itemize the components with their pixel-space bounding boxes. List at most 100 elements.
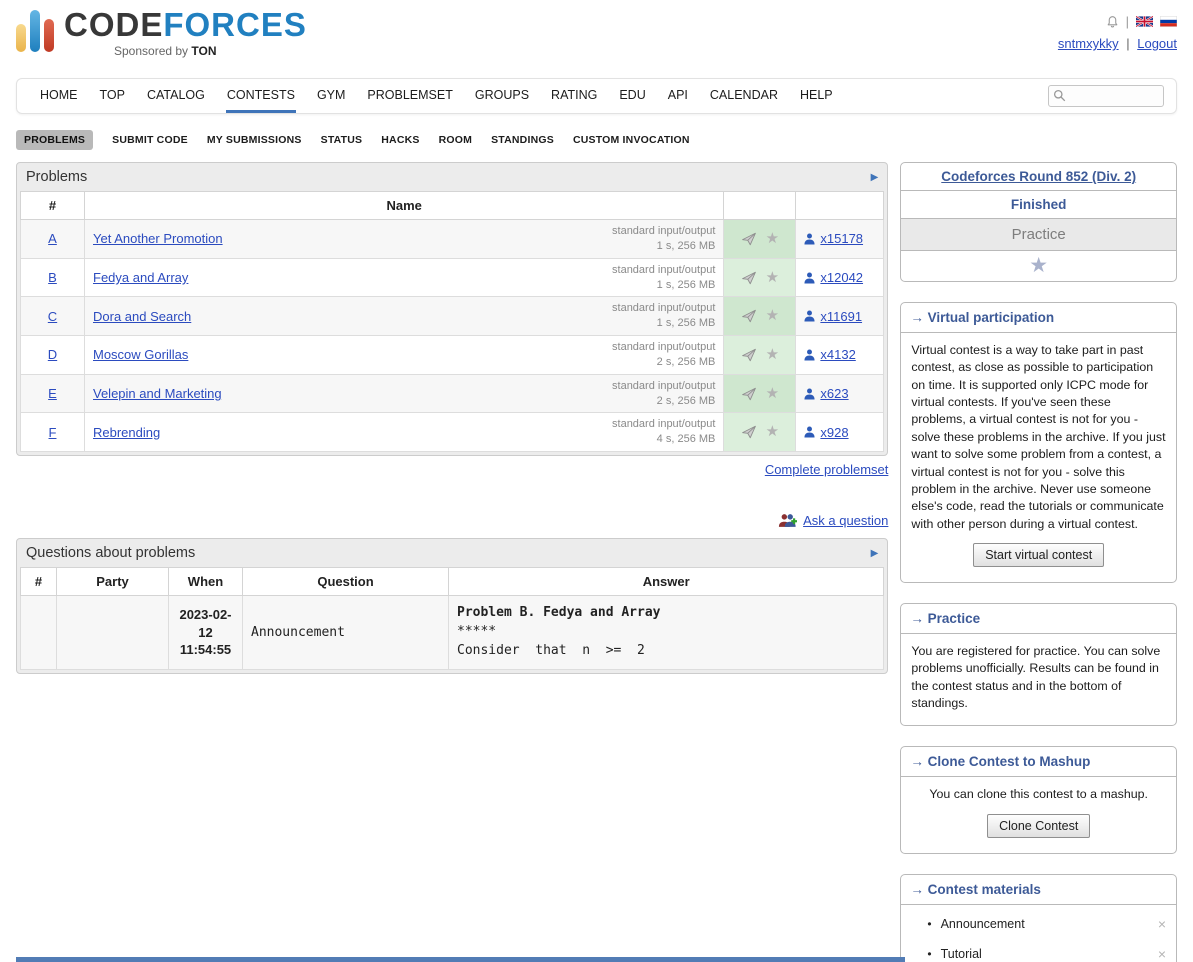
problem-name-link[interactable]: Rebrending: [93, 425, 160, 440]
nav-item-help[interactable]: HELP: [799, 79, 834, 113]
problem-letter-link[interactable]: A: [48, 231, 57, 246]
subnav-my-submissions[interactable]: MY SUBMISSIONS: [207, 134, 302, 146]
clone-contest-button[interactable]: Clone Contest: [987, 814, 1090, 838]
problem-name-link[interactable]: Moscow Gorillas: [93, 347, 188, 362]
nav-item-calendar[interactable]: CALENDAR: [709, 79, 779, 113]
contest-title-link[interactable]: Codeforces Round 852 (Div. 2): [941, 169, 1136, 184]
material-tutorial-link[interactable]: Tutorial: [941, 947, 982, 961]
nav-item-top[interactable]: TOP: [99, 79, 126, 113]
problem-name-link[interactable]: Dora and Search: [93, 309, 191, 324]
bullet-icon: •: [927, 947, 931, 961]
submit-plane-icon[interactable]: [741, 309, 757, 323]
subnav-problems[interactable]: PROBLEMS: [16, 130, 93, 150]
solved-user-icon: [804, 388, 815, 400]
favorite-star-icon[interactable]: ★: [766, 348, 779, 362]
complete-problemset-link[interactable]: Complete problemset: [765, 462, 889, 477]
submit-plane-icon[interactable]: [741, 348, 757, 362]
sidebar: Codeforces Round 852 (Div. 2) Finished P…: [900, 162, 1177, 962]
problem-letter-link[interactable]: E: [48, 386, 57, 401]
problem-letter-link[interactable]: B: [48, 270, 57, 285]
practice-title[interactable]: → Practice: [910, 611, 980, 626]
nav-item-problemset[interactable]: PROBLEMSET: [366, 79, 453, 113]
problem-limits: standard input/output1 s, 256 MB: [612, 301, 715, 331]
nav-item-rating[interactable]: RATING: [550, 79, 598, 113]
problem-limits: standard input/output2 s, 256 MB: [612, 340, 715, 370]
codeforces-logo[interactable]: CODEFORCES Sponsored by TON: [16, 8, 307, 74]
ask-question-link[interactable]: Ask a question: [803, 513, 888, 528]
submit-plane-icon[interactable]: [741, 425, 757, 439]
contest-favorite-star-icon[interactable]: ★: [1029, 255, 1048, 277]
favorite-star-icon[interactable]: ★: [766, 387, 779, 401]
solved-count-link[interactable]: x623: [820, 386, 848, 401]
english-flag-icon[interactable]: [1136, 16, 1153, 27]
submit-plane-icon[interactable]: [741, 271, 757, 285]
nav-item-catalog[interactable]: CATALOG: [146, 79, 206, 113]
question-text: Announcement: [243, 596, 449, 670]
sponsored-text: Sponsored by TON: [64, 44, 307, 58]
practice-box: → Practice You are registered for practi…: [900, 603, 1177, 726]
problem-letter-link[interactable]: C: [48, 309, 57, 324]
material-item: • Tutorial ×: [901, 939, 1176, 962]
problem-name-link[interactable]: Fedya and Array: [93, 270, 188, 285]
contest-materials-title[interactable]: → Contest materials: [910, 882, 1041, 897]
page: CODEFORCES Sponsored by TON | sntmxykky …: [0, 0, 1193, 962]
bell-icon[interactable]: [1106, 14, 1119, 28]
nav-item-home[interactable]: HOME: [39, 79, 79, 113]
question-answer: Problem B. Fedya and Array ***** Conside…: [449, 596, 884, 670]
material-close-icon[interactable]: ×: [1158, 916, 1166, 932]
nav-item-groups[interactable]: GROUPS: [474, 79, 530, 113]
solved-count-link[interactable]: x11691: [820, 309, 862, 324]
material-close-icon[interactable]: ×: [1158, 946, 1166, 962]
virtual-participation-title[interactable]: → Virtual participation: [910, 310, 1054, 325]
subnav-status[interactable]: STATUS: [321, 134, 363, 146]
username-link[interactable]: sntmxykky: [1058, 36, 1119, 51]
problem-row: B Fedya and Array standard input/output1 …: [21, 258, 884, 297]
favorite-star-icon[interactable]: ★: [766, 309, 779, 323]
ask-question-icon: [778, 513, 797, 528]
header-right: | sntmxykky | Logout: [1058, 8, 1177, 74]
nav-item-api[interactable]: API: [667, 79, 689, 113]
subnav-room[interactable]: ROOM: [439, 134, 472, 146]
clone-contest-text: You can clone this contest to a mashup.: [911, 786, 1166, 803]
start-virtual-contest-button[interactable]: Start virtual contest: [973, 543, 1104, 567]
submit-plane-icon[interactable]: [741, 232, 757, 246]
search-icon: [1053, 89, 1066, 102]
favorite-star-icon[interactable]: ★: [766, 271, 779, 285]
nav-item-gym[interactable]: GYM: [316, 79, 346, 113]
problems-table: # Name A Yet Another Promotionstandard i…: [20, 191, 884, 452]
contest-materials-box: → Contest materials • Announcement × • T…: [900, 874, 1177, 962]
problem-letter-link[interactable]: F: [49, 425, 57, 440]
solved-count-link[interactable]: x15178: [820, 231, 863, 246]
problem-row: C Dora and Search standard input/output1 …: [21, 297, 884, 336]
logo-text: CODEFORCES: [64, 8, 307, 42]
russian-flag-icon[interactable]: [1160, 16, 1177, 27]
subnav-standings[interactable]: STANDINGS: [491, 134, 554, 146]
problem-name-link[interactable]: Yet Another Promotion: [93, 231, 223, 246]
problem-row: E Velepin and Marketingstandard input/ou…: [21, 374, 884, 413]
questions-collapse-arrow-icon[interactable]: ▶: [871, 548, 879, 559]
solved-user-icon: [804, 426, 815, 438]
problem-row: F Rebrendingstandard input/output4 s, 25…: [21, 413, 884, 452]
solved-count-link[interactable]: x12042: [820, 270, 863, 285]
submit-plane-icon[interactable]: [741, 387, 757, 401]
problem-row: D Moscow Gorillas standard input/output2 …: [21, 336, 884, 375]
nav-item-edu[interactable]: EDU: [618, 79, 646, 113]
codeforces-logo-icon: [16, 8, 54, 52]
problem-letter-link[interactable]: D: [48, 347, 57, 362]
problem-name-link[interactable]: Velepin and Marketing: [93, 386, 222, 401]
logout-link[interactable]: Logout: [1137, 36, 1177, 51]
subnav-custom-invocation[interactable]: CUSTOM INVOCATION: [573, 134, 690, 146]
material-announcement-link[interactable]: Announcement: [941, 917, 1025, 931]
clone-contest-title[interactable]: → Clone Contest to Mashup: [910, 754, 1090, 769]
question-party: [57, 596, 169, 670]
solved-count-link[interactable]: x4132: [820, 347, 855, 362]
problems-collapse-arrow-icon[interactable]: ▶: [871, 172, 879, 183]
favorite-star-icon[interactable]: ★: [766, 425, 779, 439]
subnav-hacks[interactable]: HACKS: [381, 134, 419, 146]
nav-item-contests[interactable]: CONTESTS: [226, 79, 296, 113]
problem-limits: standard input/output1 s, 256 MB: [612, 263, 715, 293]
favorite-star-icon[interactable]: ★: [766, 232, 779, 246]
main-nav: HOME TOP CATALOG CONTESTS GYM PROBLEMSET…: [16, 78, 1177, 114]
solved-count-link[interactable]: x928: [820, 425, 848, 440]
subnav-submit-code[interactable]: SUBMIT CODE: [112, 134, 188, 146]
